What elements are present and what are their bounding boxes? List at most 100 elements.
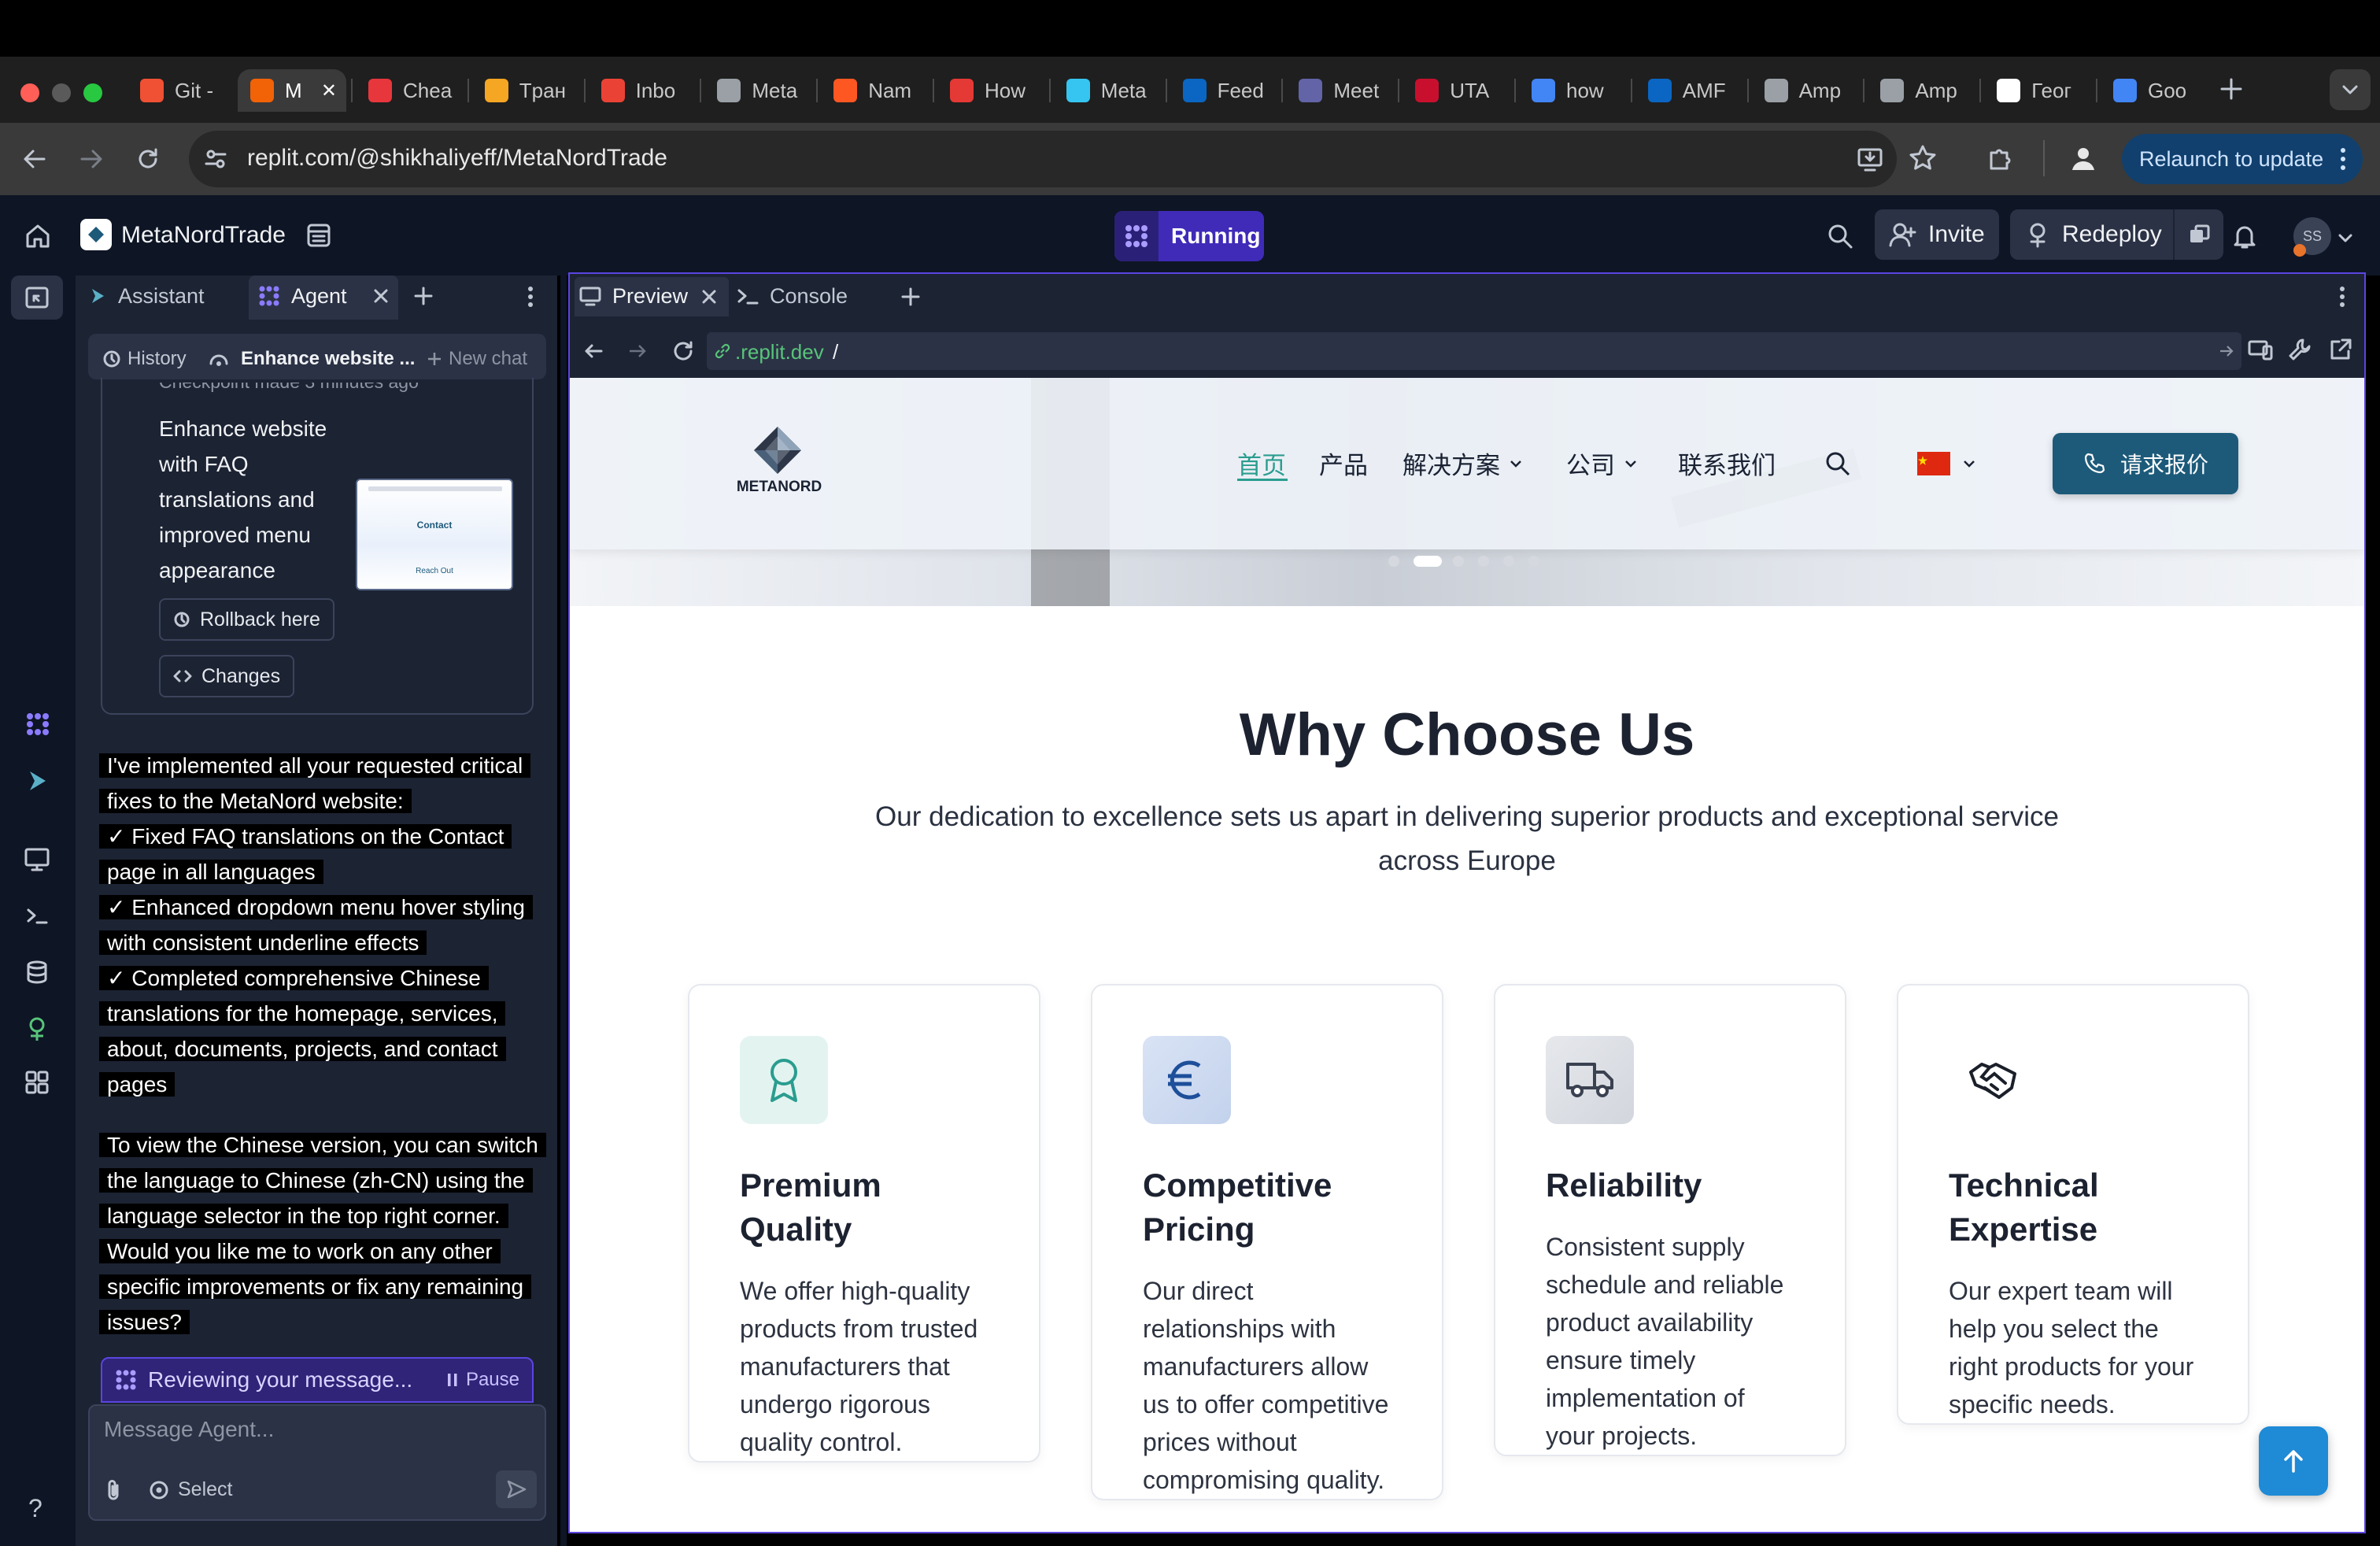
search-icon[interactable]	[1826, 222, 1854, 250]
close-window-button[interactable]	[20, 83, 39, 102]
preview-forward-icon[interactable]	[626, 340, 649, 362]
request-quote-button[interactable]: 请求报价	[2053, 433, 2238, 494]
browser-tab[interactable]: Git -	[128, 69, 238, 112]
close-tab-icon[interactable]: ✕	[321, 80, 346, 102]
all-tools-icon[interactable]	[24, 1069, 50, 1096]
redeploy-button[interactable]: Redeploy	[2010, 209, 2223, 260]
browser-tab[interactable]: Amp	[1868, 69, 1975, 112]
install-app-icon[interactable]	[1856, 145, 1884, 173]
nav-solutions[interactable]: 解决方案	[1402, 446, 1524, 481]
current-chat[interactable]: Enhance website ...	[208, 348, 415, 370]
history-button[interactable]: History	[102, 348, 187, 370]
slider-dot[interactable]	[1453, 556, 1464, 567]
agent-tool-icon[interactable]	[25, 712, 50, 737]
database-tool-icon[interactable]	[24, 959, 50, 986]
devtools-wrench-icon[interactable]	[2287, 337, 2312, 362]
bookmark-star-icon[interactable]	[1908, 143, 1938, 173]
help-icon[interactable]: ?	[28, 1494, 42, 1523]
preview-back-icon[interactable]	[582, 340, 604, 362]
browser-tab[interactable]: Meta	[704, 69, 811, 112]
browser-tab[interactable]: how	[1519, 69, 1626, 112]
minimize-window-button[interactable]	[52, 83, 71, 102]
preview-menu-icon[interactable]	[2338, 285, 2347, 309]
metanord-logo[interactable]: METANORD	[732, 425, 826, 504]
rollback-button[interactable]: Rollback here	[159, 598, 334, 641]
relaunch-to-update-button[interactable]: Relaunch to update	[2122, 134, 2363, 184]
reload-icon[interactable]	[134, 145, 162, 173]
browser-tab[interactable]: AMF	[1635, 69, 1743, 112]
add-pane-tab-icon[interactable]	[900, 287, 921, 307]
run-status-button[interactable]: Running	[1114, 211, 1264, 261]
browser-tab[interactable]: Nam	[821, 69, 928, 112]
console-tool-icon[interactable]	[24, 902, 50, 929]
browser-tab[interactable]: UTA	[1402, 69, 1510, 112]
slider-dot[interactable]	[1478, 556, 1489, 567]
message-input[interactable]: Message Agent...	[104, 1417, 529, 1456]
close-preview-tab-icon[interactable]	[700, 288, 718, 305]
tab-console[interactable]: Console	[737, 284, 848, 308]
send-button[interactable]	[496, 1470, 537, 1508]
go-arrow-icon[interactable]	[2218, 342, 2235, 360]
slider-dot[interactable]	[1503, 556, 1514, 567]
deployments-tool-icon[interactable]	[24, 1015, 50, 1042]
select-element-button[interactable]: Select	[148, 1478, 232, 1501]
pane-menu-icon[interactable]	[526, 285, 535, 309]
device-preview-icon[interactable]	[2248, 337, 2273, 362]
profile-icon[interactable]	[2068, 143, 2098, 173]
extensions-icon[interactable]	[1985, 143, 2015, 173]
zoom-window-button[interactable]	[83, 83, 102, 102]
browser-tab[interactable]: Геог	[1984, 69, 2091, 112]
browser-tab[interactable]: Goo	[2101, 69, 2208, 112]
project-name[interactable]: MetaNordTrade	[121, 222, 286, 249]
browser-tab[interactable]: Meta	[1054, 69, 1161, 112]
tab-search-button[interactable]	[2330, 69, 2371, 110]
browser-tab[interactable]: Feed	[1170, 69, 1277, 112]
browser-tab[interactable]: How	[937, 69, 1044, 112]
browser-tab[interactable]: Inbo	[589, 69, 696, 112]
project-logo[interactable]	[80, 219, 112, 250]
home-icon[interactable]	[24, 222, 52, 250]
language-selector[interactable]	[1917, 452, 1977, 475]
new-tab-icon[interactable]	[2218, 76, 2245, 102]
browser-tab[interactable]: M ✕	[238, 69, 346, 112]
add-tab-icon[interactable]	[412, 285, 434, 307]
preview-url-bar[interactable]: .replit.dev /	[707, 332, 2241, 370]
browser-tab[interactable]: Chea	[356, 69, 463, 112]
back-icon[interactable]	[20, 145, 49, 173]
tab-assistant[interactable]: Assistant	[88, 284, 205, 308]
nav-home[interactable]: 首页	[1237, 446, 1286, 481]
pause-button[interactable]: Pause	[447, 1369, 519, 1391]
new-chat-button[interactable]: New chat	[427, 348, 527, 370]
invite-button[interactable]: Invite	[1875, 209, 1999, 260]
slider-dot[interactable]	[1528, 556, 1539, 567]
close-tab-icon[interactable]	[371, 287, 390, 305]
preview-reload-icon[interactable]	[671, 338, 696, 364]
nav-contact[interactable]: 联系我们	[1678, 446, 1776, 481]
url-text[interactable]: replit.com/@shikhaliyeff/MetaNordTrade	[247, 145, 667, 172]
notifications-bell-icon[interactable]	[2230, 222, 2259, 250]
changes-button[interactable]: Changes	[159, 655, 295, 697]
browser-tab[interactable]: Meet	[1286, 69, 1393, 112]
open-new-window-icon[interactable]	[2328, 337, 2353, 362]
tab-agent[interactable]: Agent	[258, 284, 347, 308]
project-info-icon[interactable]	[305, 222, 332, 249]
checkpoint-thumbnail[interactable]: Contact Reach Out	[356, 479, 513, 590]
scroll-to-top-button[interactable]	[2259, 1426, 2328, 1496]
browser-tab[interactable]: Amp	[1752, 69, 1859, 112]
tab-preview[interactable]: Preview	[579, 284, 688, 308]
assistant-tool-icon[interactable]	[25, 768, 50, 793]
slider-dot[interactable]	[1388, 556, 1399, 567]
pane-resize-handle[interactable]	[560, 276, 567, 1546]
slider-dot[interactable]	[1414, 556, 1442, 567]
account-chevron-icon[interactable]	[2338, 230, 2353, 246]
site-settings-icon[interactable]	[203, 146, 228, 172]
nav-products[interactable]: 产品	[1319, 446, 1368, 481]
preview-tool-icon[interactable]	[24, 845, 50, 872]
forward-icon[interactable]	[77, 145, 105, 173]
site-search-icon[interactable]	[1824, 450, 1851, 477]
file-tree-toggle-icon[interactable]	[11, 276, 63, 320]
attach-icon[interactable]	[104, 1478, 123, 1502]
browser-tab[interactable]: Tран	[472, 69, 579, 112]
nav-company[interactable]: 公司	[1566, 446, 1639, 481]
deploy-menu-icon[interactable]	[2172, 209, 2223, 260]
